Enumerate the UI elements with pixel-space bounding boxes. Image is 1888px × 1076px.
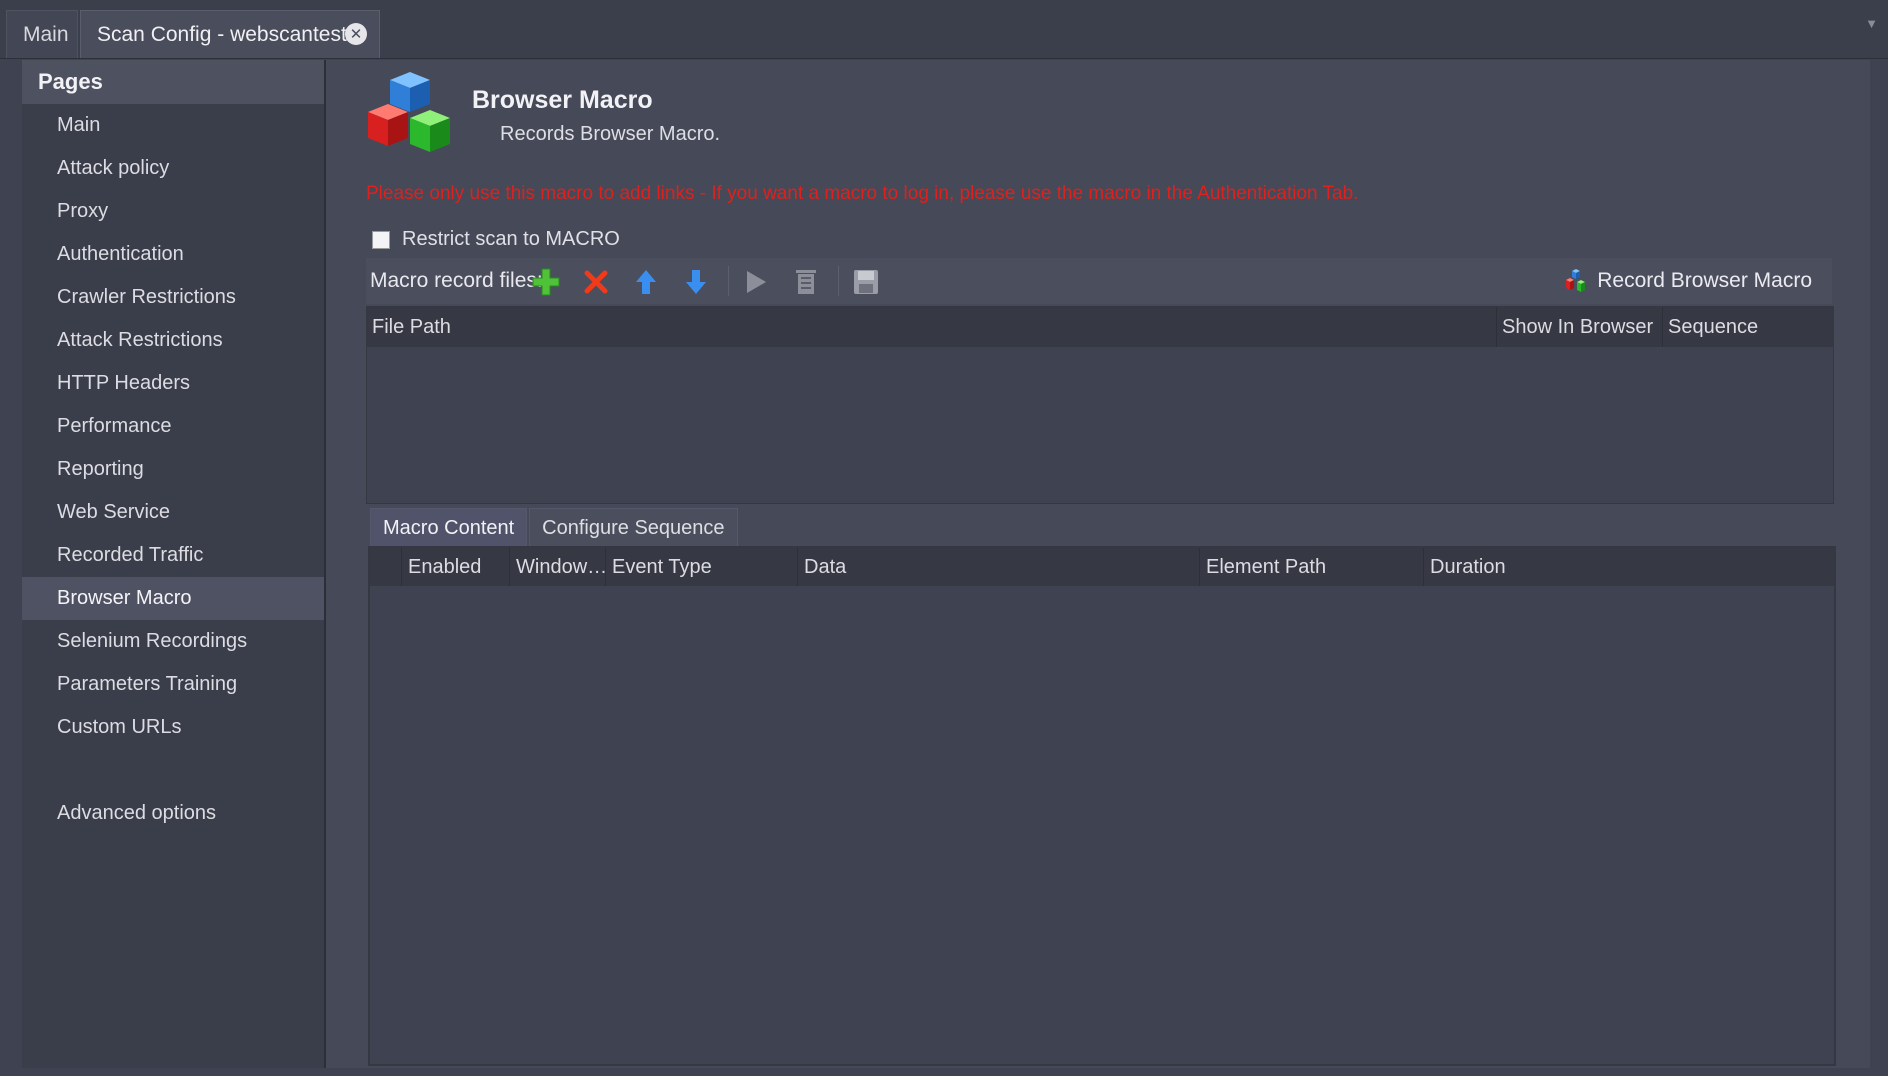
tab-main-label: Main	[23, 22, 69, 46]
sidebar-item-custom-urls[interactable]: Custom URLs	[22, 706, 324, 749]
column-header-enabled[interactable]: Enabled	[402, 548, 510, 586]
sidebar-item-attack-restrictions[interactable]: Attack Restrictions	[22, 319, 324, 362]
sidebar-item-attack-policy[interactable]: Attack policy	[22, 147, 324, 190]
tab-list-chevron-down-icon[interactable]: ▼	[1865, 16, 1878, 31]
column-header-sequence[interactable]: Sequence	[1663, 307, 1831, 347]
browser-macro-panel: Browser Macro Records Browser Macro. Ple…	[326, 60, 1870, 1068]
column-header-file-path[interactable]: File Path	[367, 307, 1497, 347]
column-header-element-path[interactable]: Element Path	[1200, 548, 1424, 586]
sidebar-item-recorded-traffic[interactable]: Recorded Traffic	[22, 534, 324, 577]
macro-files-table-header: File Path Show In Browser Sequence	[367, 307, 1833, 347]
page-title: Browser Macro	[472, 86, 653, 114]
sidebar-item-selenium-recordings[interactable]: Selenium Recordings	[22, 620, 324, 663]
delete-icon[interactable]	[580, 266, 612, 298]
sidebar-item-http-headers[interactable]: HTTP Headers	[22, 362, 324, 405]
macro-record-files-label: Macro record files:	[370, 269, 543, 292]
sidebar-item-advanced-options[interactable]: Advanced options	[22, 792, 324, 835]
tab-scan-config[interactable]: Scan Config - webscantest ✕	[80, 10, 380, 58]
tab-macro-content[interactable]: Macro Content	[370, 508, 528, 548]
play-icon[interactable]	[740, 266, 772, 298]
sidebar-item-authentication[interactable]: Authentication	[22, 233, 324, 276]
sidebar-item-proxy[interactable]: Proxy	[22, 190, 324, 233]
document-tab-bar: Main Scan Config - webscantest ✕ ▼	[0, 0, 1888, 59]
pages-sidebar: Pages Main Attack policy Proxy Authentic…	[22, 60, 326, 1068]
close-tab-icon[interactable]: ✕	[345, 23, 367, 45]
toolbar-separator	[728, 266, 729, 296]
tab-main[interactable]: Main	[6, 10, 78, 58]
macro-files-table[interactable]: File Path Show In Browser Sequence	[366, 306, 1834, 504]
tab-configure-sequence[interactable]: Configure Sequence	[529, 508, 738, 548]
macro-content-table-header: Enabled Window… Event Type Data Element …	[370, 548, 1834, 586]
macro-subtabs: Macro Content Configure Sequence	[370, 508, 740, 548]
sidebar-item-reporting[interactable]: Reporting	[22, 448, 324, 491]
move-down-icon[interactable]	[680, 266, 712, 298]
column-header-event-type[interactable]: Event Type	[606, 548, 798, 586]
sidebar-item-web-service[interactable]: Web Service	[22, 491, 324, 534]
toolbar-separator	[838, 266, 839, 296]
restrict-scan-option[interactable]: Restrict scan to MACRO	[372, 228, 620, 251]
record-browser-macro-button[interactable]: Record Browser Macro	[1563, 258, 1812, 304]
restrict-scan-checkbox[interactable]	[372, 230, 390, 249]
column-header-show-in-browser[interactable]: Show In Browser	[1497, 307, 1663, 347]
page-subtitle: Records Browser Macro.	[500, 123, 721, 145]
column-header-window[interactable]: Window…	[510, 548, 607, 586]
macro-warning-text: Please only use this macro to add links …	[366, 183, 1359, 204]
browser-macro-cubes-icon	[368, 72, 450, 152]
sidebar-item-performance[interactable]: Performance	[22, 405, 324, 448]
sidebar-item-browser-macro[interactable]: Browser Macro	[22, 577, 324, 620]
restrict-scan-label: Restrict scan to MACRO	[402, 228, 620, 250]
macro-content-table[interactable]: Enabled Window… Event Type Data Element …	[368, 546, 1836, 1066]
macro-files-toolbar: Macro record files: Record Browser Macro	[366, 258, 1832, 304]
record-macro-cubes-icon	[1566, 269, 1586, 292]
record-browser-macro-label: Record Browser Macro	[1597, 269, 1812, 292]
sidebar-item-crawler-restrictions[interactable]: Crawler Restrictions	[22, 276, 324, 319]
sidebar-item-main[interactable]: Main	[22, 104, 324, 147]
move-up-icon[interactable]	[630, 266, 662, 298]
sidebar-item-parameters-training[interactable]: Parameters Training	[22, 663, 324, 706]
tab-scan-config-label: Scan Config - webscantest	[97, 22, 347, 46]
clear-icon[interactable]	[790, 266, 822, 298]
column-header-data[interactable]: Data	[798, 548, 1200, 586]
column-header-duration[interactable]: Duration	[1424, 548, 1834, 586]
pages-header: Pages	[22, 60, 324, 104]
save-icon[interactable]	[850, 266, 882, 298]
column-header-row-indicator	[370, 548, 402, 586]
add-icon[interactable]	[530, 266, 562, 298]
